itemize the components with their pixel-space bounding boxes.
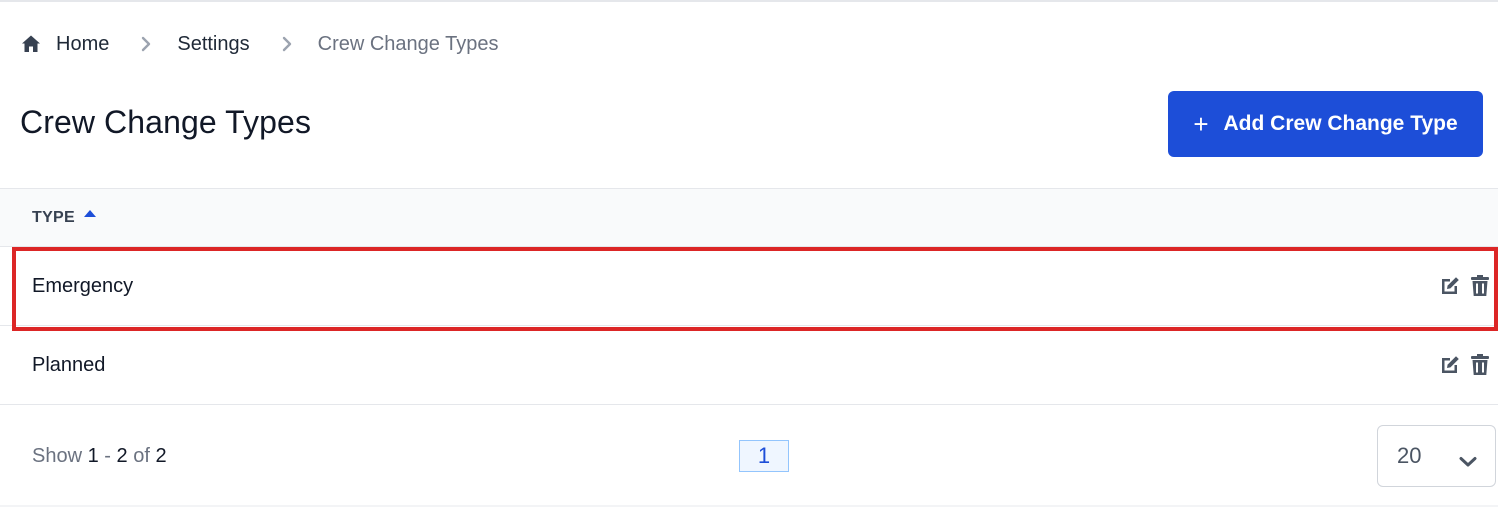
plus-icon: + [1193,109,1209,139]
breadcrumb-home[interactable]: Home [21,33,109,56]
chevron-down-icon [1459,448,1477,474]
range-start: 1 [87,445,99,467]
type-cell: Planned [32,353,106,376]
table-header: TYPE [0,188,1498,247]
page-title: Crew Change Types [20,104,312,140]
breadcrumb-settings[interactable]: Settings [177,33,249,56]
delete-icon[interactable] [1468,353,1492,377]
chevron-right-icon [139,36,153,52]
add-crew-change-type-button[interactable]: + Add Crew Change Type [1168,91,1483,157]
table-row[interactable]: Emergency [0,247,1498,326]
delete-icon[interactable] [1468,274,1492,298]
edit-icon[interactable] [1438,274,1462,298]
range-separator: - [104,445,111,467]
breadcrumb-current-label: Crew Change Types [317,32,499,55]
breadcrumb-home-label: Home [56,32,110,55]
edit-icon[interactable] [1438,353,1462,377]
type-cell: Emergency [32,274,134,297]
column-header-type-label: TYPE [32,208,75,226]
top-divider [0,0,1498,2]
breadcrumb: Home Settings Crew Change Types [21,30,498,58]
home-icon [21,34,41,54]
per-page-select[interactable]: 20 [1377,425,1496,487]
per-page-value: 20 [1397,443,1422,468]
chevron-right-icon [280,36,294,52]
breadcrumb-current: Crew Change Types [318,33,499,56]
row-actions [1438,353,1492,377]
column-header-type[interactable]: TYPE [32,209,96,227]
pagination-footer: Show 1 - 2 of 2 1 20 [0,407,1498,507]
total-count: 2 [155,445,167,467]
show-label: Show [32,445,83,467]
add-button-label: Add Crew Change Type [1223,112,1458,135]
range-end: 2 [116,445,128,467]
page-button-1[interactable]: 1 [739,440,789,472]
crew-change-types-table: TYPE Emergency Planned [0,188,1498,405]
row-actions [1438,274,1492,298]
sort-up-icon [84,210,96,217]
breadcrumb-settings-label: Settings [177,32,250,55]
of-label: of [133,445,150,467]
table-row[interactable]: Planned [0,326,1498,405]
results-summary: Show 1 - 2 of 2 [32,445,167,468]
